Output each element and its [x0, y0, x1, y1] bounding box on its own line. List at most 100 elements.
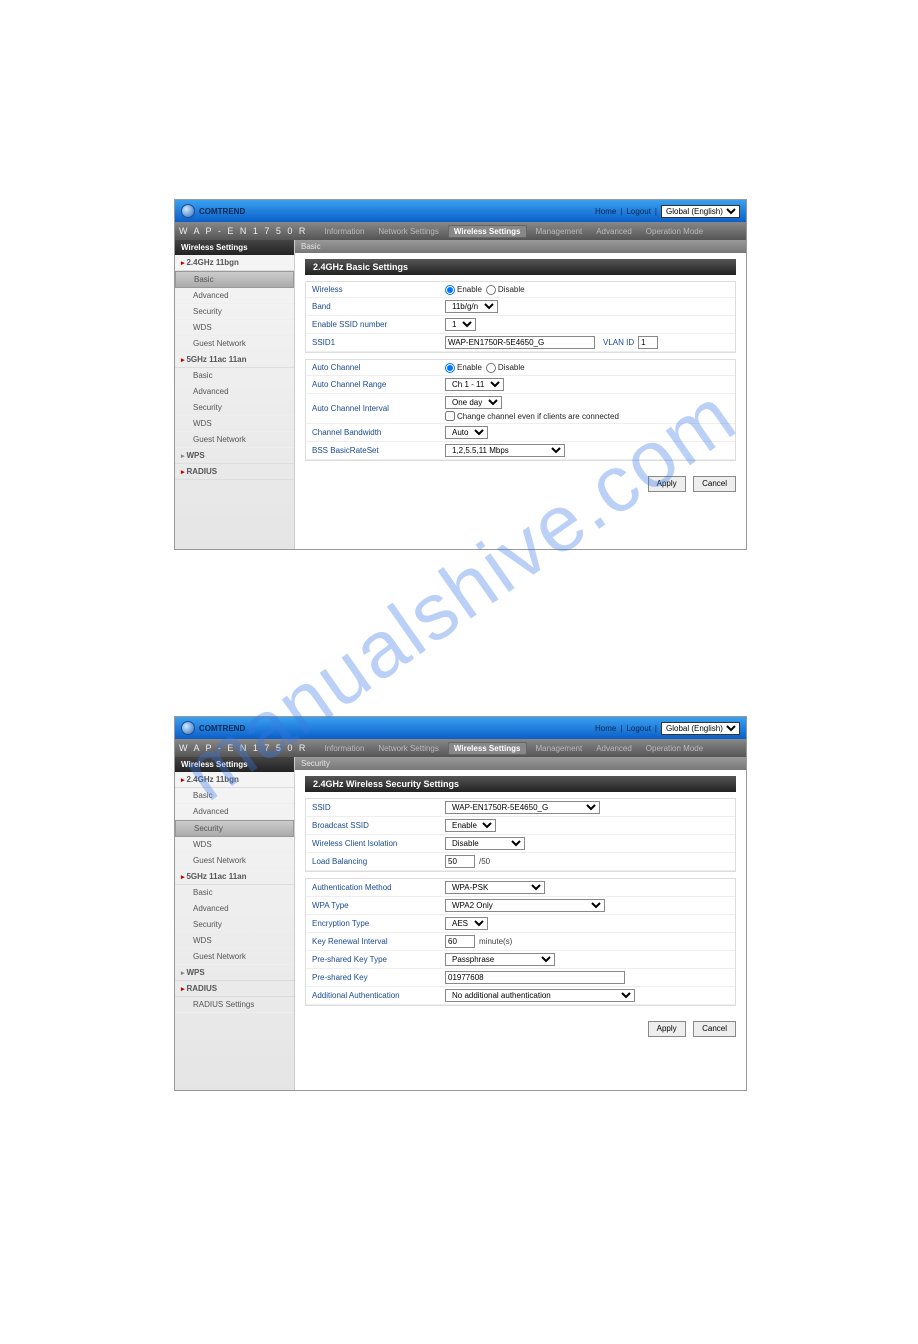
bss-basic-rate-select[interactable]: 1,2,5.5,11 Mbps: [445, 444, 565, 457]
sidebar-item-basic-5g[interactable]: Basic: [175, 368, 294, 384]
sidebar-item-wds[interactable]: WDS: [175, 837, 294, 853]
logout-link[interactable]: Logout: [626, 207, 650, 216]
language-select[interactable]: Global (English): [661, 722, 740, 735]
sidebar-group-wps[interactable]: WPS: [175, 448, 294, 464]
vlan-id-input[interactable]: [638, 336, 658, 349]
label-broadcast-ssid: Broadcast SSID: [306, 819, 441, 832]
sidebar-item-security-5g[interactable]: Security: [175, 917, 294, 933]
auto-channel-disable-radio[interactable]: [486, 363, 496, 373]
sidebar-item-security[interactable]: Security: [175, 304, 294, 320]
tab-network-settings[interactable]: Network Settings: [373, 744, 443, 753]
sidebar-item-advanced[interactable]: Advanced: [175, 288, 294, 304]
sidebar-item-security[interactable]: Security: [175, 820, 294, 837]
tab-network-settings[interactable]: Network Settings: [373, 227, 443, 236]
tab-wireless-settings[interactable]: Wireless Settings: [448, 225, 527, 238]
ssid-number-select[interactable]: 1: [445, 318, 476, 331]
sidebar-group-5ghz[interactable]: 5GHz 11ac 11an: [175, 869, 294, 885]
label-auto-channel-range: Auto Channel Range: [306, 378, 441, 391]
sidebar-group-wps[interactable]: WPS: [175, 965, 294, 981]
tab-advanced[interactable]: Advanced: [591, 227, 637, 236]
psk-input[interactable]: [445, 971, 625, 984]
sidebar-item-basic[interactable]: Basic: [175, 788, 294, 804]
sidebar-item-basic[interactable]: Basic: [175, 271, 294, 288]
auto-channel-range-select[interactable]: Ch 1 - 11: [445, 378, 504, 391]
auto-channel-enable-radio[interactable]: [445, 363, 455, 373]
label-wpa-type: WPA Type: [306, 899, 441, 912]
apply-button[interactable]: Apply: [648, 476, 686, 492]
cancel-button[interactable]: Cancel: [693, 476, 736, 492]
change-channel-checkbox[interactable]: [445, 411, 455, 421]
label-channel-bandwidth: Channel Bandwidth: [306, 426, 441, 439]
section-title: 2.4GHz Wireless Security Settings: [305, 776, 736, 792]
tab-information[interactable]: Information: [319, 227, 369, 236]
sidebar-item-security-5g[interactable]: Security: [175, 400, 294, 416]
brand-text: COMTREND: [199, 724, 245, 733]
sidebar-group-5ghz[interactable]: 5GHz 11ac 11an: [175, 352, 294, 368]
tab-management[interactable]: Management: [531, 744, 588, 753]
tab-information[interactable]: Information: [319, 744, 369, 753]
sidebar-group-24ghz[interactable]: 2.4GHz 11bgn: [175, 772, 294, 788]
sidebar-item-basic-5g[interactable]: Basic: [175, 885, 294, 901]
sidebar: Wireless Settings 2.4GHz 11bgn Basic Adv…: [175, 757, 295, 1090]
label-auto-channel-interval: Auto Channel Interval: [306, 402, 441, 415]
logo-icon: [181, 204, 195, 218]
label-ssid1: SSID1: [306, 336, 441, 349]
tab-operation-mode[interactable]: Operation Mode: [641, 227, 708, 236]
label-auto-channel: Auto Channel: [306, 361, 441, 374]
sidebar-item-guest-network-5g[interactable]: Guest Network: [175, 949, 294, 965]
wpa-type-select[interactable]: WPA2 Only: [445, 899, 605, 912]
sidebar-item-wds-5g[interactable]: WDS: [175, 416, 294, 432]
channel-bandwidth-select[interactable]: Auto: [445, 426, 488, 439]
sidebar-group-24ghz[interactable]: 2.4GHz 11bgn: [175, 255, 294, 271]
label-band: Band: [306, 300, 441, 313]
ssid1-input[interactable]: [445, 336, 595, 349]
section-title: 2.4GHz Basic Settings: [305, 259, 736, 275]
label-encryption-type: Encryption Type: [306, 917, 441, 930]
sidebar-item-guest-network[interactable]: Guest Network: [175, 336, 294, 352]
sidebar-item-advanced-5g[interactable]: Advanced: [175, 901, 294, 917]
sidebar-item-radius-settings[interactable]: RADIUS Settings: [175, 997, 294, 1013]
load-balancing-suffix: /50: [479, 857, 490, 866]
cancel-button[interactable]: Cancel: [693, 1021, 736, 1037]
tab-wireless-settings[interactable]: Wireless Settings: [448, 742, 527, 755]
key-renewal-input[interactable]: [445, 935, 475, 948]
broadcast-ssid-select[interactable]: Enable: [445, 819, 496, 832]
sidebar-item-advanced[interactable]: Advanced: [175, 804, 294, 820]
sidebar-item-guest-network-5g[interactable]: Guest Network: [175, 432, 294, 448]
psk-type-select[interactable]: Passphrase: [445, 953, 555, 966]
sidebar-group-radius[interactable]: RADIUS: [175, 464, 294, 480]
home-link[interactable]: Home: [595, 724, 616, 733]
client-isolation-select[interactable]: Disable: [445, 837, 525, 850]
label-auth-method: Authentication Method: [306, 881, 441, 894]
label-psk-type: Pre-shared Key Type: [306, 953, 441, 966]
logout-link[interactable]: Logout: [626, 724, 650, 733]
wireless-disable-radio[interactable]: [486, 285, 496, 295]
label-bss-basic-rate: BSS BasicRateSet: [306, 444, 441, 457]
sidebar-item-wds[interactable]: WDS: [175, 320, 294, 336]
encryption-type-select[interactable]: AES: [445, 917, 488, 930]
home-link[interactable]: Home: [595, 207, 616, 216]
tab-advanced[interactable]: Advanced: [591, 744, 637, 753]
ssid-select[interactable]: WAP-EN1750R-5E4650_G: [445, 801, 600, 814]
language-select[interactable]: Global (English): [661, 205, 740, 218]
top-nav: W A P - E N 1 7 5 0 R Information Networ…: [175, 739, 746, 757]
sidebar-item-guest-network[interactable]: Guest Network: [175, 853, 294, 869]
apply-button[interactable]: Apply: [648, 1021, 686, 1037]
additional-auth-select[interactable]: No additional authentication: [445, 989, 635, 1002]
sidebar-item-advanced-5g[interactable]: Advanced: [175, 384, 294, 400]
tab-management[interactable]: Management: [531, 227, 588, 236]
band-select[interactable]: 11b/g/n: [445, 300, 498, 313]
auth-method-select[interactable]: WPA-PSK: [445, 881, 545, 894]
wireless-enable-radio[interactable]: [445, 285, 455, 295]
load-balancing-input[interactable]: [445, 855, 475, 868]
auto-channel-interval-select[interactable]: One day: [445, 396, 502, 409]
brand-text: COMTREND: [199, 207, 245, 216]
tab-operation-mode[interactable]: Operation Mode: [641, 744, 708, 753]
sidebar-item-wds-5g[interactable]: WDS: [175, 933, 294, 949]
sidebar-title: Wireless Settings: [175, 240, 294, 255]
label-vlan-id: VLAN ID: [603, 338, 634, 347]
main-content: Basic 2.4GHz Basic Settings Wireless Ena…: [295, 240, 746, 549]
device-model: W A P - E N 1 7 5 0 R: [179, 743, 307, 753]
label-client-isolation: Wireless Client Isolation: [306, 837, 441, 850]
sidebar-group-radius[interactable]: RADIUS: [175, 981, 294, 997]
